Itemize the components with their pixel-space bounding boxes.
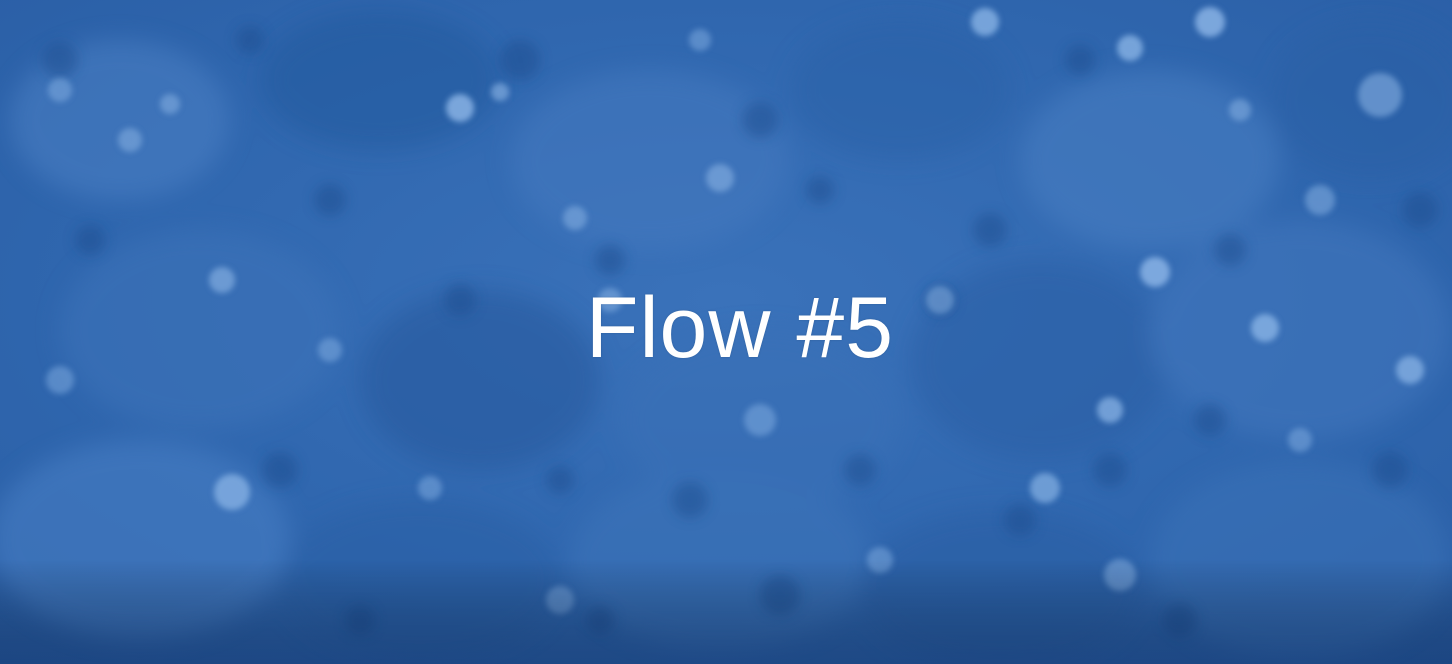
microscopy-background [0, 0, 1452, 664]
video-frame: Flow #5 [0, 0, 1452, 664]
bottom-shade [0, 560, 1452, 664]
